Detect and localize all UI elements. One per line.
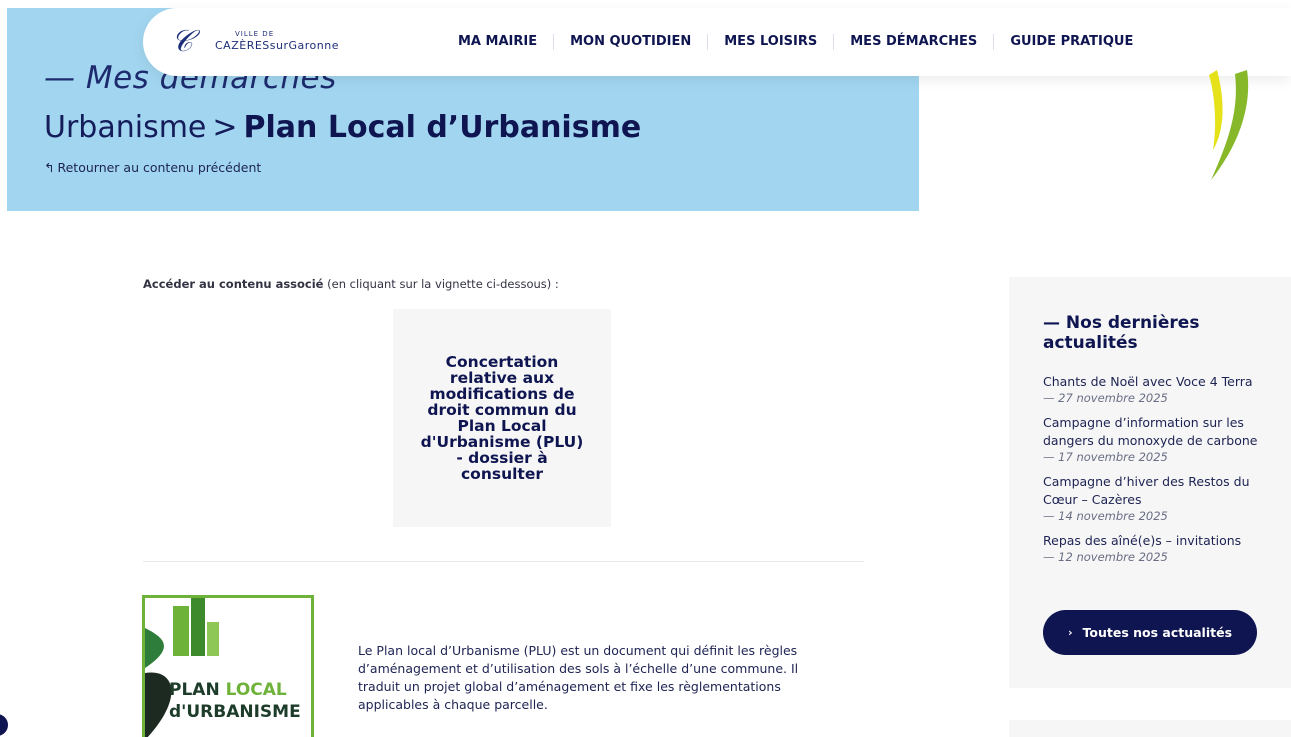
floating-circle-button[interactable] <box>0 714 8 736</box>
all-news-button[interactable]: › Toutes nos actualités <box>1043 610 1257 655</box>
nav-guide-pratique[interactable]: GUIDE PRATIQUE <box>993 34 1149 50</box>
plu-image: PLAN LOCAL d'URBANISME <box>142 595 314 737</box>
logo-c-icon: 𝒞 <box>171 24 193 59</box>
news-title[interactable]: Repas des aîné(e)s – invitations <box>1043 532 1279 550</box>
nav-mes-loisirs[interactable]: MES LOISIRS <box>707 34 833 50</box>
sidebar-title: — Nos dernières actualités <box>1043 313 1200 353</box>
news-date: — 12 novembre 2025 <box>1043 550 1168 564</box>
site-logo[interactable]: 𝒞 VILLE DE CAZÈRESsurGaronne <box>171 24 361 60</box>
sidebar-panel-2 <box>1009 720 1291 737</box>
assoc-bold: Accéder au contenu associé <box>143 277 324 291</box>
main-nav: MA MAIRIE MON QUOTIDIEN MES LOISIRS MES … <box>446 8 1149 76</box>
plu-image-line1: PLAN LOCAL <box>169 680 287 700</box>
associated-content-card[interactable]: Concertation relative aux modifications … <box>393 309 611 527</box>
plu-local: LOCAL <box>225 680 287 700</box>
breadcrumb-current: Plan Local d’Urbanisme <box>243 110 642 145</box>
logo-city: CAZÈRES <box>215 39 270 52</box>
back-arrow-icon: ↰ <box>44 160 55 175</box>
page-title: Urbanisme > Plan Local d’Urbanisme <box>44 110 641 145</box>
news-title[interactable]: Chants de Noël avec Voce 4 Terra <box>1043 373 1279 391</box>
site-header: 𝒞 VILLE DE CAZÈRESsurGaronne MA MAIRIE M… <box>143 8 1291 76</box>
news-item[interactable]: Repas des aîné(e)s – invitations — 12 no… <box>1043 532 1279 564</box>
assoc-rest: (en cliquant sur la vignette ci-dessous)… <box>327 277 559 291</box>
news-list: Chants de Noël avec Voce 4 Terra — 27 no… <box>1043 373 1279 573</box>
back-link[interactable]: ↰ Retourner au contenu précédent <box>44 160 261 175</box>
logo-name: CAZÈRESsurGaronne <box>215 39 339 52</box>
nav-mon-quotidien[interactable]: MON QUOTIDIEN <box>553 34 707 50</box>
card-title: Concertation relative aux modifications … <box>420 353 584 483</box>
nav-ma-mairie[interactable]: MA MAIRIE <box>446 34 553 50</box>
chevron-right-icon: › <box>1067 626 1073 639</box>
news-sidebar: — Nos dernières actualités Chants de Noë… <box>1009 277 1291 688</box>
divider <box>143 561 864 562</box>
plu-image-line2: d'URBANISME <box>169 702 301 722</box>
breadcrumb-parent[interactable]: Urbanisme <box>44 110 206 145</box>
leaf-decoration-icon <box>1209 70 1249 180</box>
breadcrumb-separator: > <box>212 110 238 145</box>
news-item[interactable]: Campagne d’hiver des Restos du Cœur – Ca… <box>1043 473 1279 523</box>
back-link-label: Retourner au contenu précédent <box>57 160 262 175</box>
logo-ville: VILLE DE <box>235 30 275 38</box>
news-date: — 14 novembre 2025 <box>1043 509 1168 523</box>
plu-description: Le Plan local d’Urbanisme (PLU) est un d… <box>358 643 799 712</box>
all-news-label: Toutes nos actualités <box>1082 625 1233 640</box>
news-item[interactable]: Campagne d’information sur les dangers d… <box>1043 414 1279 464</box>
associated-content-label: Accéder au contenu associé (en cliquant … <box>143 277 559 291</box>
news-item[interactable]: Chants de Noël avec Voce 4 Terra — 27 no… <box>1043 373 1279 405</box>
plu-plan: PLAN <box>169 680 220 700</box>
news-title[interactable]: Campagne d’information sur les dangers d… <box>1043 414 1279 450</box>
news-date: — 27 novembre 2025 <box>1043 391 1168 405</box>
nav-mes-demarches[interactable]: MES DÉMARCHES <box>833 34 993 50</box>
news-title[interactable]: Campagne d’hiver des Restos du Cœur – Ca… <box>1043 473 1279 509</box>
news-date: — 17 novembre 2025 <box>1043 450 1168 464</box>
logo-sur: surGaronne <box>269 39 339 52</box>
